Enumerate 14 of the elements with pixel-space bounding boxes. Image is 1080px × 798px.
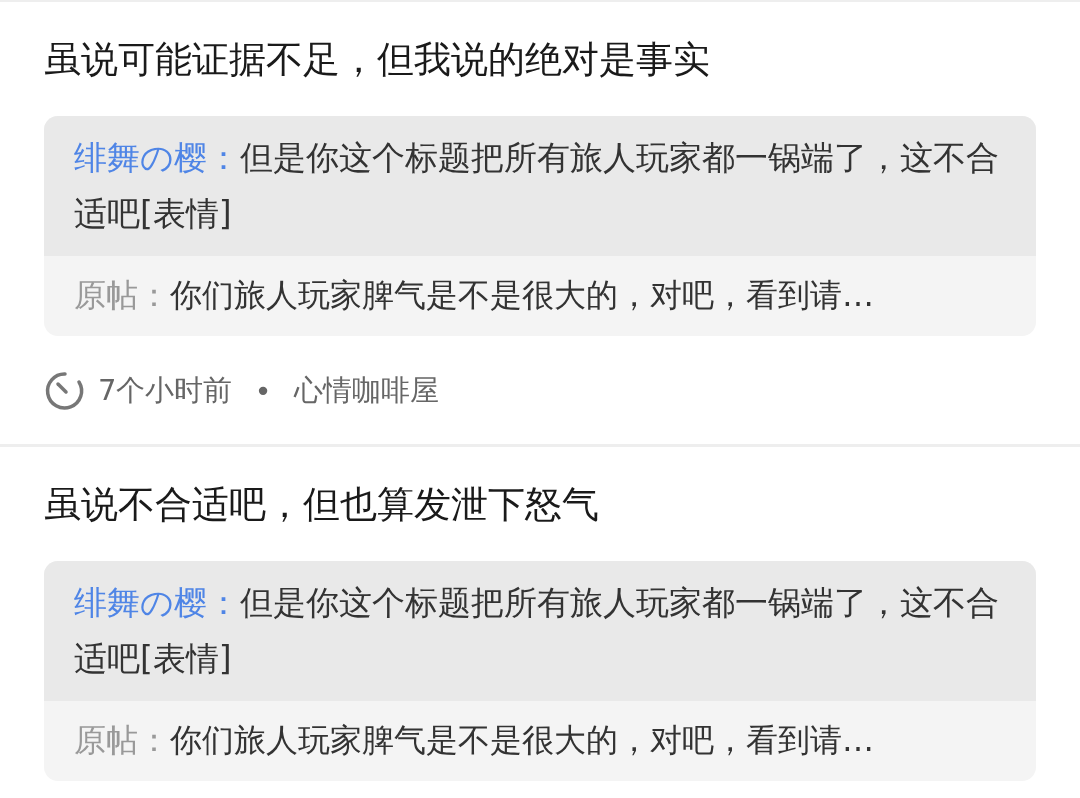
original-post-excerpt[interactable]: 你们旅人玩家脾气是不是很大的，对吧，看到请… [170, 274, 874, 318]
quote-card[interactable]: 绯舞の樱：但是你这个标题把所有旅人玩家都一锅端了，这不合适吧[表情] 原帖：你们旅人玩家脾气是不是很大的，对吧，看到请… [44, 561, 1036, 781]
separator-dot: • [254, 374, 272, 408]
quote-card[interactable]: 绯舞の樱：但是你这个标题把所有旅人玩家都一锅端了，这不合适吧[表情] 原帖：你们旅人玩家脾气是不是很大的，对吧，看到请… [44, 116, 1036, 336]
quoted-reply: 绯舞の樱：但是你这个标题把所有旅人玩家都一锅端了，这不合适吧[表情] [44, 561, 1036, 701]
clock-icon [44, 370, 86, 412]
original-post-excerpt[interactable]: 你们旅人玩家脾气是不是很大的，对吧，看到请… [170, 719, 874, 763]
quoted-reply: 绯舞の樱：但是你这个标题把所有旅人玩家都一锅端了，这不合适吧[表情] [44, 116, 1036, 256]
forum-name[interactable]: 心情咖啡屋 [293, 371, 439, 411]
original-post-label: 原帖： [74, 275, 170, 316]
post-time: 7个小时前 [98, 372, 233, 409]
post-title[interactable]: 虽说可能证据不足，但我说的绝对是事实 [44, 28, 1036, 92]
post-title[interactable]: 虽说不合适吧，但也算发泄下怒气 [44, 473, 1036, 537]
original-post-label: 原帖： [74, 720, 170, 761]
